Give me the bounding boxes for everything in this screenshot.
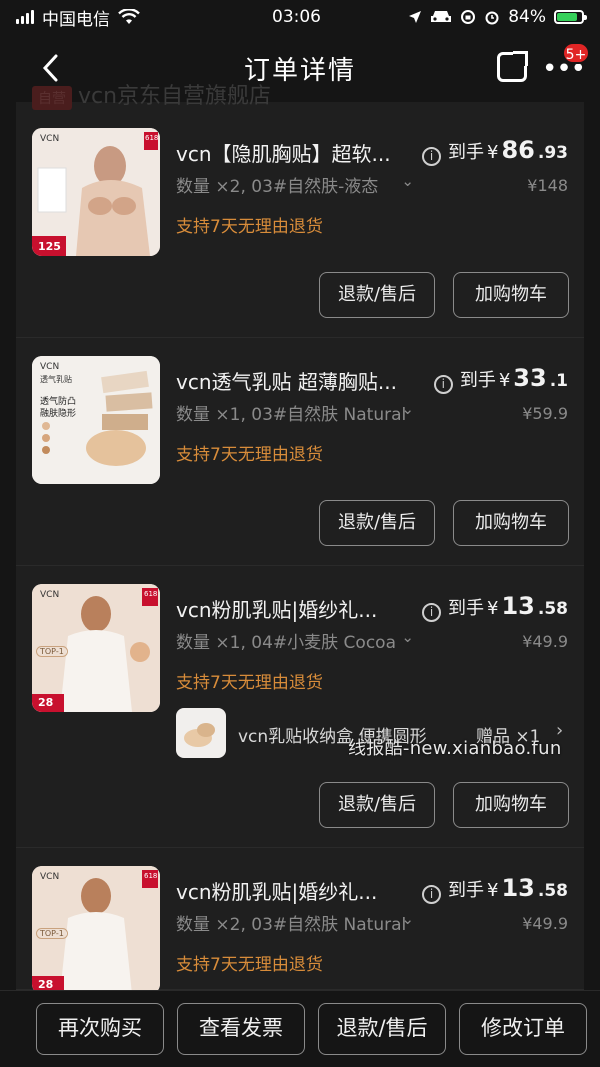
thumb-price: 28 <box>38 978 54 990</box>
chevron-down-icon: ⌄ <box>401 400 414 418</box>
product-thumbnail[interactable]: VCN 618 TOP-1 28 <box>32 866 160 990</box>
notification-badge: 5+ <box>562 42 590 64</box>
chevron-down-icon: ⌄ <box>401 628 414 646</box>
modify-order-button[interactable]: 修改订单 <box>459 1003 587 1055</box>
final-price: i 到手 ¥13.58 <box>422 592 568 622</box>
thumb-618: 618 <box>144 872 158 880</box>
bottom-action-bar: 再次购买 查看发票 退款/售后 修改订单 <box>0 990 600 1067</box>
refund-button[interactable]: 退款/售后 <box>319 500 435 546</box>
order-item-4: VCN 618 TOP-1 28 vcn粉肌乳贴|婚纱礼... 数量 ×2, 0… <box>16 848 584 990</box>
product-spec[interactable]: 数量 ×2, 03#自然肤 Natural ⌄ <box>176 910 414 935</box>
chevron-down-icon: ⌄ <box>401 910 414 928</box>
thumb-top1: TOP-1 <box>36 646 68 657</box>
info-icon[interactable]: i <box>422 885 442 904</box>
alarm-icon <box>485 11 499 25</box>
order-detail-screen: 中国电信 03:06 84% 自营vcn京东自营旗舰店 订单详情 ••• 5+ <box>0 0 600 1067</box>
product-thumbnail[interactable]: VCN 618 125 <box>32 128 160 256</box>
thumb-price: 125 <box>38 240 61 253</box>
original-price: ¥59.9 <box>522 404 568 423</box>
location-icon <box>409 11 422 23</box>
thumb-brand: VCN <box>40 134 60 144</box>
return-policy: 支持7天无理由退货 <box>176 445 323 465</box>
original-price: ¥148 <box>527 176 568 195</box>
signal-icon <box>16 10 34 24</box>
car-icon <box>431 11 452 22</box>
return-policy: 支持7天无理由退货 <box>176 955 323 975</box>
wifi-icon <box>118 9 140 24</box>
rotation-lock-icon <box>461 10 476 24</box>
product-spec[interactable]: 数量 ×1, 04#小麦肤 Cocoa ⌄ <box>176 628 414 653</box>
battery-icon <box>554 10 587 24</box>
add-to-cart-button[interactable]: 加购物车 <box>453 782 569 828</box>
gift-image <box>184 723 215 747</box>
thumb-brand: VCN <box>40 590 60 600</box>
thumb-top1: TOP-1 <box>36 928 68 939</box>
status-bar: 中国电信 03:06 84% <box>0 0 600 34</box>
thumb-tagline-2: 融肤隐形 <box>40 409 77 419</box>
refund-button[interactable]: 退款/售后 <box>319 782 435 828</box>
product-name[interactable]: vcn粉肌乳贴|婚纱礼... <box>176 876 416 905</box>
info-icon[interactable]: i <box>422 147 442 166</box>
carrier-label: 中国电信 <box>42 9 110 30</box>
refund-after-sale-button[interactable]: 退款/售后 <box>318 1003 446 1055</box>
return-policy: 支持7天无理由退货 <box>176 217 323 237</box>
thumb-618: 618 <box>144 590 158 598</box>
product-thumbnail[interactable]: VCN 618 TOP-1 28 <box>32 584 160 712</box>
thumb-title: 透气乳贴 <box>40 375 72 384</box>
add-to-cart-button[interactable]: 加购物车 <box>453 272 569 318</box>
clock: 03:06 <box>272 7 321 27</box>
thumb-brand: VCN <box>40 362 60 372</box>
final-price: i 到手 ¥13.58 <box>422 874 568 904</box>
original-price: ¥49.9 <box>522 632 568 651</box>
battery-percent: 84% <box>508 7 546 27</box>
final-price: i 到手 ¥33.1 <box>433 364 568 394</box>
info-icon[interactable]: i <box>422 603 442 622</box>
product-name[interactable]: vcn粉肌乳贴|婚纱礼... <box>176 594 416 623</box>
buy-again-button[interactable]: 再次购买 <box>36 1003 164 1055</box>
return-policy: 支持7天无理由退货 <box>176 673 323 693</box>
product-image <box>32 128 160 256</box>
product-name[interactable]: vcn【隐肌胸贴】超软... <box>176 138 416 167</box>
order-item-1: VCN 618 125 vcn【隐肌胸贴】超软... 数量 ×2, 03#自然肤… <box>16 102 584 338</box>
thumb-brand: VCN <box>40 872 60 882</box>
product-name[interactable]: vcn透气乳贴 超薄胸贴... <box>176 366 416 395</box>
product-thumbnail[interactable]: VCN 透气乳贴 透气防凸 融肤隐形 <box>32 356 160 484</box>
info-icon[interactable]: i <box>433 375 453 394</box>
original-price: ¥49.9 <box>522 914 568 933</box>
refund-button[interactable]: 退款/售后 <box>319 272 435 318</box>
view-invoice-button[interactable]: 查看发票 <box>177 1003 305 1055</box>
product-spec[interactable]: 数量 ×2, 03#自然肤-液态 ⌄ <box>176 172 414 197</box>
final-price: i 到手 ¥86.93 <box>422 136 568 166</box>
share-icon[interactable] <box>497 51 528 82</box>
gift-thumbnail <box>176 708 226 758</box>
add-to-cart-button[interactable]: 加购物车 <box>453 500 569 546</box>
thumb-618: 618 <box>145 134 159 142</box>
watermark-text: 线报酷-new.xianbao.fun <box>348 738 562 759</box>
order-item-3: VCN 618 TOP-1 28 vcn粉肌乳贴|婚纱礼... 数量 ×1, 0… <box>16 566 584 848</box>
nav-header: 自营 vcn京东自营旗舰店 订单详情 ••• 5+ <box>0 34 600 110</box>
order-item-2: VCN 透气乳贴 透气防凸 融肤隐形 vcn透气乳贴 超薄胸贴... 数量 ×1… <box>16 338 584 566</box>
chevron-down-icon: ⌄ <box>401 172 414 190</box>
thumb-price: 28 <box>38 696 54 709</box>
product-spec[interactable]: 数量 ×1, 03#自然肤 Natural ⌄ <box>176 400 414 425</box>
